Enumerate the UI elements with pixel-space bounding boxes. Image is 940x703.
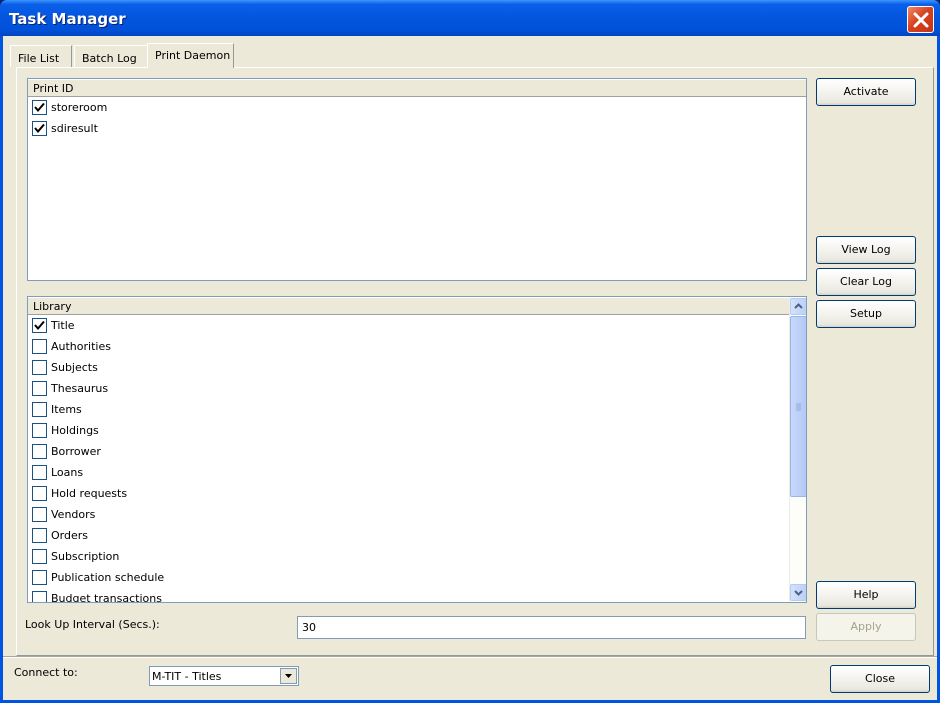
interval-label: Look Up Interval (Secs.): xyxy=(25,618,160,631)
list-item-label: Subscription xyxy=(51,550,120,563)
checkbox[interactable] xyxy=(32,121,47,136)
interval-input[interactable]: 30 xyxy=(297,616,806,639)
clear-log-button[interactable]: Clear Log xyxy=(816,268,916,296)
connect-select[interactable]: M-TIT - Titles xyxy=(149,666,299,686)
window-title: Task Manager xyxy=(9,10,126,28)
list-item-label: Title xyxy=(51,319,75,332)
library-rows: Title Authorities Subjects Thesaurus Items Ho… xyxy=(28,315,806,603)
list-item-label: Borrower xyxy=(51,445,101,458)
connect-select-value: M-TIT - Titles xyxy=(152,670,222,683)
checkbox[interactable] xyxy=(32,360,47,375)
window-close-button[interactable] xyxy=(907,6,934,33)
checkmark-icon xyxy=(34,123,45,134)
list-item[interactable]: Vendors xyxy=(28,504,806,525)
checkbox[interactable] xyxy=(32,339,47,354)
chevron-up-icon xyxy=(794,303,803,309)
list-item-label: Hold requests xyxy=(51,487,128,500)
tab-batch-log-label: Batch Log xyxy=(82,52,137,65)
chevron-down-icon xyxy=(794,590,803,596)
checkbox[interactable] xyxy=(32,100,47,115)
checkbox[interactable] xyxy=(32,549,47,564)
list-item-label: Authorities xyxy=(51,340,111,353)
title-bar[interactable]: Task Manager xyxy=(0,0,940,36)
list-item-label: Items xyxy=(51,403,82,416)
setup-button[interactable]: Setup xyxy=(816,300,916,328)
tab-print-daemon-label: Print Daemon xyxy=(155,49,231,62)
print-id-header-label: Print ID xyxy=(33,82,74,95)
checkbox[interactable] xyxy=(32,444,47,459)
list-item[interactable]: Publication schedule xyxy=(28,567,806,588)
tab-batch-log[interactable]: Batch Log xyxy=(74,45,150,67)
checkmark-icon xyxy=(34,102,45,113)
library-list[interactable]: Library Title Authorities Subjects Thesauru… xyxy=(27,296,807,603)
library-header-label: Library xyxy=(33,300,72,313)
list-item[interactable]: Subjects xyxy=(28,357,806,378)
checkbox[interactable] xyxy=(32,423,47,438)
list-item[interactable]: Items xyxy=(28,399,806,420)
checkbox[interactable] xyxy=(32,465,47,480)
triangle-down-icon xyxy=(285,674,292,678)
scroll-up-button[interactable] xyxy=(790,298,806,315)
checkbox[interactable] xyxy=(32,381,47,396)
list-item[interactable]: Authorities xyxy=(28,336,806,357)
list-item-label: Subjects xyxy=(51,361,98,374)
library-column-header[interactable]: Library xyxy=(28,297,789,315)
list-item[interactable]: Holdings xyxy=(28,420,806,441)
checkbox[interactable] xyxy=(32,507,47,522)
list-item-label: Holdings xyxy=(51,424,99,437)
list-item[interactable]: sdiresult xyxy=(28,118,806,139)
interval-value: 30 xyxy=(302,621,316,634)
list-item-label: storeroom xyxy=(51,101,108,114)
checkbox[interactable] xyxy=(32,402,47,417)
list-item-label: Budget transactions xyxy=(51,592,162,603)
print-daemon-panel: Print ID storeroom sdiresult Library Titl… xyxy=(16,67,934,656)
checkbox[interactable] xyxy=(32,570,47,585)
list-item[interactable]: Borrower xyxy=(28,441,806,462)
footer-divider xyxy=(3,656,937,658)
tab-file-list-label: File List xyxy=(18,52,60,65)
checkmark-icon xyxy=(34,320,45,331)
view-log-button[interactable]: View Log xyxy=(816,236,916,264)
activate-button[interactable]: Activate xyxy=(816,78,916,106)
list-item[interactable]: Title xyxy=(28,315,806,336)
task-manager-window: Task Manager File List Batch Log Print D… xyxy=(0,0,940,703)
list-item-label: sdiresult xyxy=(51,122,98,135)
connect-dropdown-button[interactable] xyxy=(280,668,297,684)
checkbox[interactable] xyxy=(32,318,47,333)
apply-button[interactable]: Apply xyxy=(816,613,916,641)
list-item-label: Publication schedule xyxy=(51,571,165,584)
print-id-column-header[interactable]: Print ID xyxy=(28,79,806,97)
checkbox[interactable] xyxy=(32,486,47,501)
scroll-down-button[interactable] xyxy=(790,584,806,601)
list-item[interactable]: Orders xyxy=(28,525,806,546)
tab-print-daemon[interactable]: Print Daemon xyxy=(147,43,234,68)
scroll-thumb[interactable] xyxy=(790,316,806,497)
list-item[interactable]: storeroom xyxy=(28,97,806,118)
list-item[interactable]: Hold requests xyxy=(28,483,806,504)
list-item-label: Orders xyxy=(51,529,88,542)
grip-icon xyxy=(796,403,801,411)
list-item[interactable]: Loans xyxy=(28,462,806,483)
close-button[interactable]: Close xyxy=(830,665,930,693)
list-item[interactable]: Subscription xyxy=(28,546,806,567)
list-item-label: Loans xyxy=(51,466,84,479)
checkbox[interactable] xyxy=(32,528,47,543)
connect-label: Connect to: xyxy=(14,666,78,679)
help-button[interactable]: Help xyxy=(816,581,916,609)
list-item[interactable]: Thesaurus xyxy=(28,378,806,399)
print-id-list[interactable]: Print ID storeroom sdiresult xyxy=(27,78,807,281)
list-item-label: Vendors xyxy=(51,508,96,521)
print-id-rows: storeroom sdiresult xyxy=(28,97,806,139)
library-scrollbar[interactable] xyxy=(789,297,806,602)
list-item[interactable]: Budget transactions xyxy=(28,588,806,603)
checkbox[interactable] xyxy=(32,591,47,602)
list-item-label: Thesaurus xyxy=(51,382,109,395)
dialog-client: File List Batch Log Print Daemon Print I… xyxy=(3,36,937,700)
close-icon xyxy=(913,12,929,28)
tab-file-list[interactable]: File List xyxy=(10,45,72,67)
